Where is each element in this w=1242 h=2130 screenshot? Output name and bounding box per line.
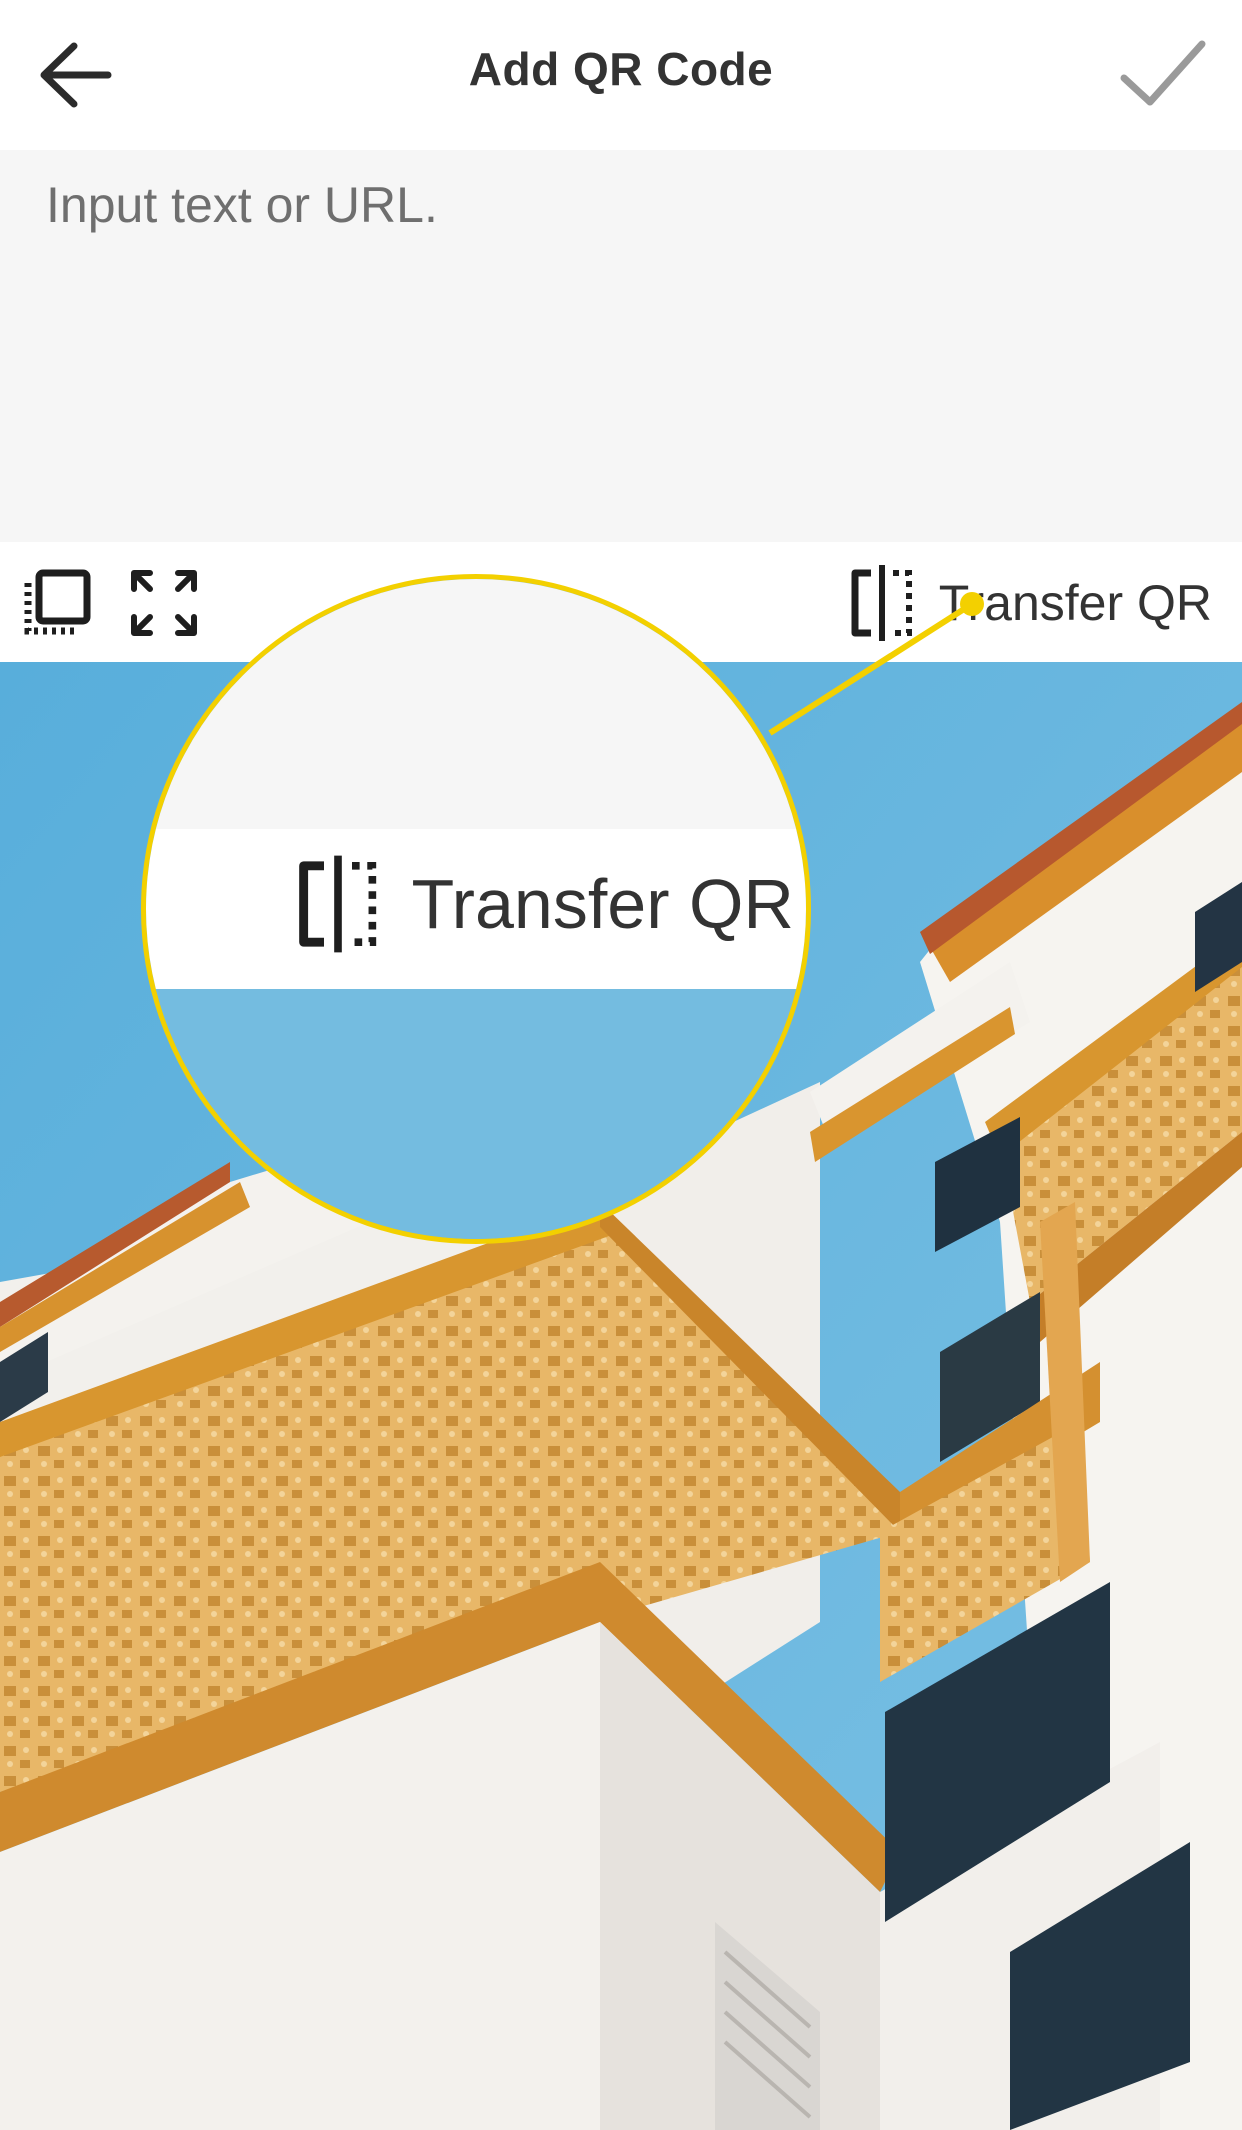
- app-header: Add QR Code: [0, 0, 1242, 150]
- layer-frame-icon[interactable]: [22, 567, 94, 639]
- confirm-button[interactable]: [1114, 30, 1214, 120]
- transfer-qr-label: Transfer QR: [938, 575, 1212, 631]
- qr-toolbar: Transfer QR: [0, 542, 1242, 662]
- qr-text-input[interactable]: [0, 150, 1242, 542]
- page-title: Add QR Code: [468, 43, 774, 95]
- split-frame-icon: [851, 565, 912, 641]
- background-photo[interactable]: [0, 662, 1242, 2130]
- expand-arrows-icon[interactable]: [128, 567, 200, 639]
- checkmark-icon: [1120, 40, 1206, 106]
- qr-text-input-area: [0, 150, 1242, 542]
- transfer-qr-button[interactable]: Transfer QR: [849, 560, 1212, 646]
